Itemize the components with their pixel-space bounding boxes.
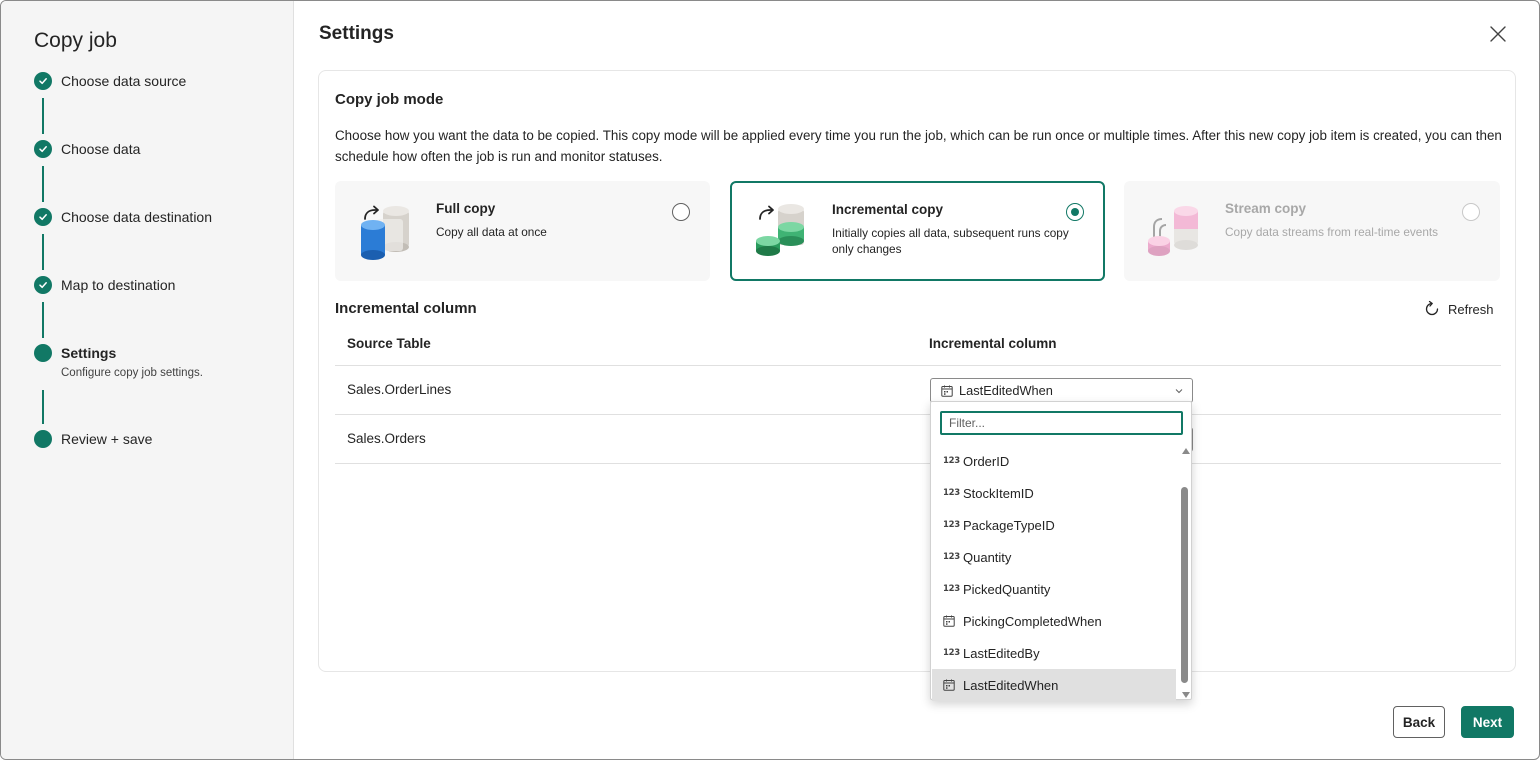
checkmark-icon	[34, 276, 52, 294]
copy-mode-title: Copy job mode	[335, 91, 444, 108]
dropdown-option-pickingcompletedwhen[interactable]: PickingCompletedWhen	[932, 605, 1176, 637]
sidebar-title: Copy job	[34, 29, 117, 52]
dropdown-option-orderid[interactable]: 123 OrderID	[932, 445, 1176, 477]
table-cell-source-table: Sales.OrderLines	[347, 382, 452, 397]
number-type-icon: 123	[943, 552, 960, 562]
step-label: Review + save	[61, 431, 153, 447]
calendar-icon	[941, 385, 953, 397]
number-type-icon: 123	[943, 520, 960, 530]
mode-stream-copy: Stream copy Copy data streams from real-…	[1124, 181, 1500, 281]
wizard-sidebar: Copy job Choose data source Choose data …	[1, 1, 294, 759]
table-divider	[335, 463, 1501, 464]
copy-mode-description: Choose how you want the data to be copie…	[335, 128, 1502, 164]
step-label: Choose data destination	[61, 209, 212, 225]
option-label: PickingCompletedWhen	[963, 613, 1102, 629]
step-connector	[42, 98, 44, 134]
dropdown-option-lasteditedwhen[interactable]: LastEditedWhen	[932, 669, 1176, 701]
dropdown-option-lasteditedby[interactable]: 123 LastEditedBy	[932, 637, 1176, 669]
step-label: Map to destination	[61, 277, 176, 293]
option-label: OrderID	[963, 453, 1010, 469]
close-button[interactable]	[1487, 23, 1509, 45]
step-connector	[42, 234, 44, 270]
incremental-column-title: Incremental column	[335, 300, 477, 317]
step-connector	[42, 302, 44, 338]
option-label: PickedQuantity	[963, 581, 1051, 597]
number-type-icon: 123	[943, 648, 960, 658]
step-review-save[interactable]: Review + save	[34, 429, 152, 449]
refresh-button[interactable]: Refresh	[1423, 299, 1494, 319]
copy-job-dialog: Copy job Choose data source Choose data …	[0, 0, 1540, 760]
checkmark-icon	[34, 140, 52, 158]
number-type-icon: 123	[943, 456, 960, 466]
next-button[interactable]: Next	[1461, 706, 1514, 738]
full-copy-radio[interactable]	[672, 203, 690, 221]
calendar-icon	[943, 615, 955, 627]
scrollbar-thumb[interactable]	[1181, 487, 1188, 683]
refresh-label: Refresh	[1448, 301, 1494, 317]
mode-full-copy[interactable]: Full copy Copy all data at once	[335, 181, 710, 281]
step-choose-data-destination[interactable]: Choose data destination	[34, 207, 212, 227]
mode-incremental-copy[interactable]: Incremental copy Initially copies all da…	[730, 181, 1105, 281]
table-divider	[335, 365, 1501, 366]
table-cell-source-table: Sales.Orders	[347, 431, 426, 446]
dropdown-option-pickedquantity[interactable]: 123 PickedQuantity	[932, 573, 1176, 605]
step-label: Choose data	[61, 141, 141, 157]
chevron-down-icon	[1175, 389, 1183, 394]
column-header-source-table: Source Table	[347, 336, 431, 351]
stream-copy-icon	[1148, 206, 1198, 256]
dropdown-option-quantity[interactable]: 123 Quantity	[932, 541, 1176, 573]
mode-title: Incremental copy	[832, 202, 944, 217]
stream-copy-radio	[1462, 203, 1480, 221]
option-label: StockItemID	[963, 485, 1034, 501]
step-choose-data[interactable]: Choose data	[34, 139, 140, 159]
incremental-copy-icon	[756, 204, 804, 256]
checkmark-icon	[34, 208, 52, 226]
scroll-down-arrow-icon[interactable]	[1182, 692, 1190, 698]
option-label: Quantity	[963, 549, 1012, 565]
mode-title: Full copy	[436, 201, 496, 216]
option-label: LastEditedWhen	[963, 677, 1059, 693]
scroll-up-arrow-icon[interactable]	[1182, 448, 1190, 454]
number-type-icon: 123	[943, 584, 960, 594]
step-settings[interactable]: Settings	[34, 343, 116, 363]
step-label: Choose data source	[61, 73, 187, 89]
table-divider	[335, 414, 1501, 415]
mode-description: Initially copies all data, subsequent ru…	[832, 226, 1069, 256]
settings-card: Copy job mode Choose how you want the da…	[318, 70, 1516, 672]
step-sublabel: Configure copy job settings.	[61, 367, 203, 379]
incremental-column-select[interactable]: LastEditedWhen	[930, 378, 1193, 403]
option-label: LastEditedBy	[963, 645, 1040, 661]
number-type-icon: 123	[943, 488, 960, 498]
incremental-copy-radio[interactable]	[1066, 203, 1084, 221]
pending-step-dot-icon	[34, 430, 52, 448]
calendar-icon	[943, 679, 955, 691]
dropdown-option-stockitemid[interactable]: 123 StockItemID	[932, 477, 1176, 509]
filter-input[interactable]	[940, 411, 1183, 435]
page-title: Settings	[319, 23, 394, 44]
current-step-dot-icon	[34, 344, 52, 362]
select-value: LastEditedWhen	[959, 383, 1053, 398]
back-button[interactable]: Back	[1393, 706, 1445, 738]
mode-description: Copy all data at once	[436, 225, 547, 239]
refresh-icon	[1425, 300, 1439, 316]
column-dropdown: 123 OrderID 123 StockItemID 123 PackageT…	[930, 401, 1192, 701]
dropdown-option-packagetypeid[interactable]: 123 PackageTypeID	[932, 509, 1176, 541]
checkmark-icon	[34, 72, 52, 90]
mode-title: Stream copy	[1225, 201, 1307, 216]
step-connector	[42, 166, 44, 202]
close-icon	[1490, 26, 1506, 42]
dropdown-scrollbar[interactable]	[1179, 448, 1191, 698]
step-connector	[42, 390, 44, 424]
step-label: Settings	[61, 345, 117, 361]
option-label: PackageTypeID	[963, 517, 1055, 533]
full-copy-icon	[361, 205, 409, 260]
column-header-incremental-column: Incremental column	[929, 336, 1057, 351]
step-map-to-destination[interactable]: Map to destination	[34, 275, 175, 295]
step-choose-data-source[interactable]: Choose data source	[34, 71, 186, 91]
mode-description: Copy data streams from real-time events	[1225, 225, 1439, 239]
